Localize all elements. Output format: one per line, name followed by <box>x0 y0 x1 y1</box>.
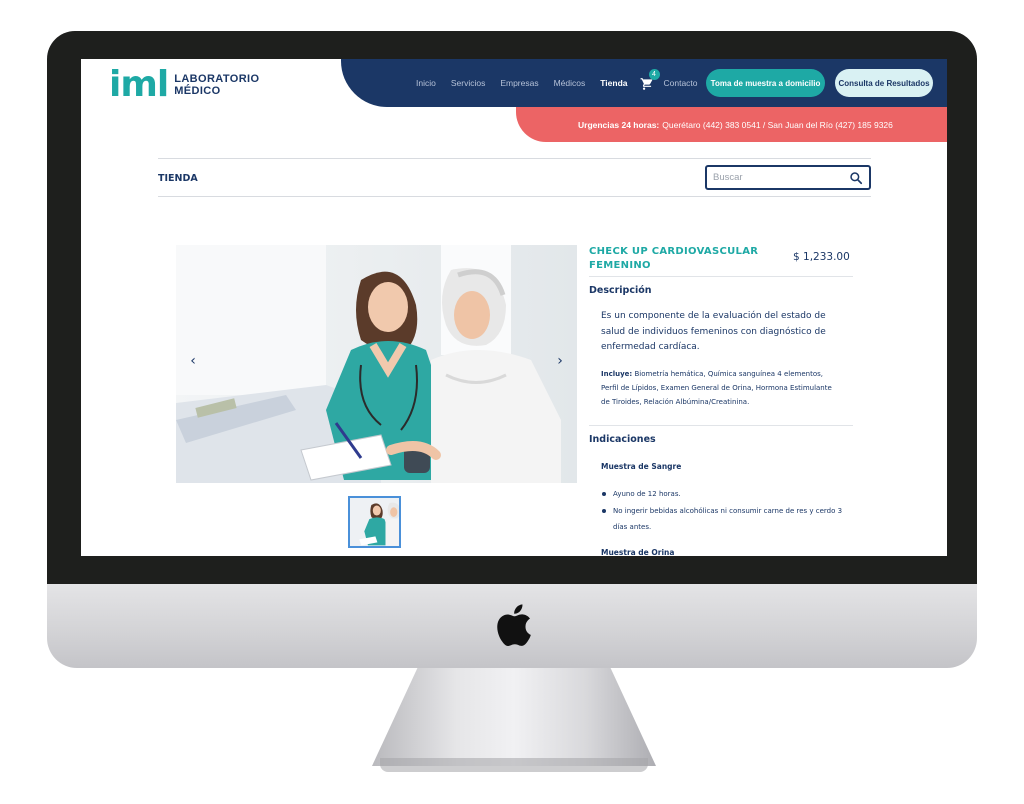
cart-count-badge: 4 <box>648 69 660 80</box>
home-sample-button[interactable]: Toma de muestra a domicilio <box>706 69 825 97</box>
monitor-stand <box>372 668 656 766</box>
main-navigation: Inicio Servicios Empresas Médicos Tienda… <box>341 59 947 107</box>
info-divider-2 <box>589 425 853 426</box>
nav-item-empresas[interactable]: Empresas <box>500 78 538 88</box>
site-logo[interactable]: iml LABORATORIO MÉDICO <box>109 67 259 103</box>
search-input[interactable] <box>713 170 843 185</box>
includes-label: Incluye: <box>601 370 633 378</box>
divider-bottom <box>158 196 871 197</box>
logo-text: LABORATORIO MÉDICO <box>174 73 259 97</box>
description-heading: Descripción <box>589 285 652 296</box>
product-name: CHECK UP CARDIOVASCULAR FEMENINO <box>589 246 759 271</box>
thumbnail-image <box>350 498 399 546</box>
product-price: $ 1,233.00 <box>793 251 850 263</box>
nav-item-tienda[interactable]: Tienda <box>600 78 627 88</box>
emergency-banner: Urgencias 24 horas: Querétaro (442) 383 … <box>516 107 947 142</box>
browser-viewport: iml LABORATORIO MÉDICO Inicio Servicios … <box>81 59 947 556</box>
product-photo: ‹ › <box>176 245 577 483</box>
logo-line-1: LABORATORIO <box>174 73 260 85</box>
emergency-label: Urgencias 24 horas: <box>578 119 660 130</box>
blood-sample-heading: Muestra de Sangre <box>601 462 682 471</box>
page-title: TIENDA <box>158 173 198 184</box>
nav-links: Inicio Servicios Empresas Médicos Tienda… <box>416 59 713 107</box>
monitor-stand-base <box>380 758 648 772</box>
list-item: No ingerir bebidas alcohólicas ni consum… <box>601 503 851 536</box>
logo-line-2: MÉDICO <box>174 85 221 97</box>
emergency-phones: Querétaro (442) 383 0541 / San Juan del … <box>662 119 893 130</box>
indications-heading: Indicaciones <box>589 434 656 445</box>
gallery-thumbnail[interactable] <box>348 496 401 548</box>
nav-item-medicos[interactable]: Médicos <box>554 78 586 88</box>
blood-sample-list: Ayuno de 12 horas. No ingerir bebidas al… <box>601 486 851 536</box>
gallery-prev-button[interactable]: ‹ <box>184 352 202 370</box>
results-button[interactable]: Consulta de Resultados <box>835 69 933 97</box>
nurse-patient-illustration <box>176 245 577 483</box>
logo-mark: iml <box>109 64 169 105</box>
gallery-next-button[interactable]: › <box>551 352 569 370</box>
apple-logo-icon <box>497 604 531 647</box>
includes-text: Biometría hemática, Química sanguínea 4 … <box>601 370 832 406</box>
search-box <box>705 165 871 190</box>
product-includes: Incluye: Biometría hemática, Química san… <box>601 367 841 409</box>
cart-button[interactable]: 4 <box>640 69 660 90</box>
nav-item-contacto[interactable]: Contacto <box>664 78 698 88</box>
nav-item-inicio[interactable]: Inicio <box>416 78 436 88</box>
urine-sample-heading: Muestra de Orina <box>601 548 675 556</box>
chevron-right-icon: › <box>557 353 563 369</box>
list-item: Ayuno de 12 horas. <box>601 486 851 503</box>
nav-item-servicios[interactable]: Servicios <box>451 78 485 88</box>
info-divider-1 <box>589 276 853 277</box>
divider-top <box>158 158 871 159</box>
chevron-left-icon: ‹ <box>190 353 196 369</box>
search-icon[interactable] <box>849 171 863 185</box>
product-description: Es un componente de la evaluación del es… <box>601 311 826 352</box>
